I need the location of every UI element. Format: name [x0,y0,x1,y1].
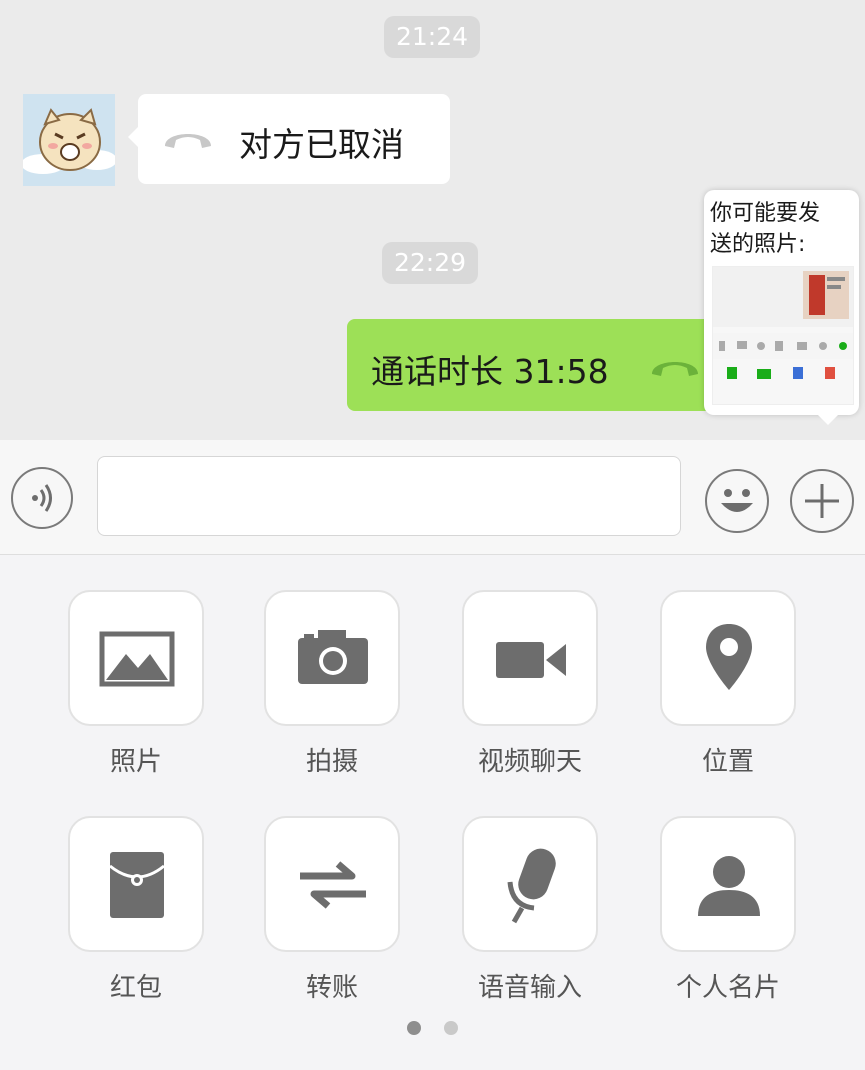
popup-title-line: 你可能要发 [710,201,821,226]
timestamp: 22:29 [382,242,479,284]
call-status-text: 对方已取消 [239,125,404,164]
bubble-tail [128,127,138,147]
timestamp: 21:24 [384,16,481,58]
phone-hangup-icon [652,362,698,376]
popup-arrow [818,415,838,425]
input-bar [0,440,865,555]
image-icon [99,631,175,687]
message-input[interactable] [97,456,681,536]
emoji-button[interactable] [705,469,769,533]
contact-card-label: 个人名片 [675,973,780,1003]
phone-hangup-icon [165,134,211,148]
page-indicator[interactable] [444,1021,458,1035]
microphone-icon [507,848,556,924]
screenshot-thumbnail-image [713,267,853,379]
camera-icon [298,630,368,684]
contact-card-button[interactable] [660,816,796,952]
contact-card-icon [698,856,760,916]
suggested-photo-thumbnail[interactable] [712,266,854,405]
video-chat-label: 视频聊天 [477,747,582,777]
location-label: 位置 [701,747,754,777]
photo-suggestion-title: 你可能要发 送的照片: [710,198,850,260]
location-pin-icon [706,624,752,690]
red-packet-button[interactable] [68,816,204,952]
photo-suggestion-popup[interactable]: 你可能要发 送的照片: [704,190,859,425]
video-chat-button[interactable] [462,590,598,726]
photo-button[interactable] [68,590,204,726]
location-button[interactable] [660,590,796,726]
cartoon-cat-avatar-icon [21,94,117,186]
incoming-call-bubble[interactable]: 对方已取消 [128,94,450,184]
call-duration-text: 通话时长 31:58 [371,352,609,391]
plus-icon [805,484,839,518]
page-indicator-active[interactable] [407,1021,421,1035]
voice-mode-button[interactable] [11,467,73,529]
transfer-button[interactable] [264,816,400,952]
smiley-icon [721,489,753,512]
transfer-label: 转账 [305,973,358,1003]
red-packet-icon [109,852,165,918]
red-packet-label: 红包 [109,973,162,1003]
camera-button[interactable] [264,590,400,726]
outgoing-call-bubble[interactable]: 通话时长 31:58 [347,319,757,411]
avatar[interactable] [21,94,117,186]
video-camera-icon [496,642,566,678]
photo-label: 照片 [109,747,162,777]
camera-label: 拍摄 [305,747,358,777]
popup-title-line: 送的照片: [710,232,806,257]
voice-input-label: 语音输入 [477,973,582,1003]
voice-input-button[interactable] [462,816,598,952]
voice-wave-icon [32,484,52,512]
transfer-icon [300,861,366,909]
more-options-button[interactable] [790,469,854,533]
chat-area: 21:24 对方已取消 22:29 通话时长 31:58 你可能要发 送的照片: [0,0,865,440]
